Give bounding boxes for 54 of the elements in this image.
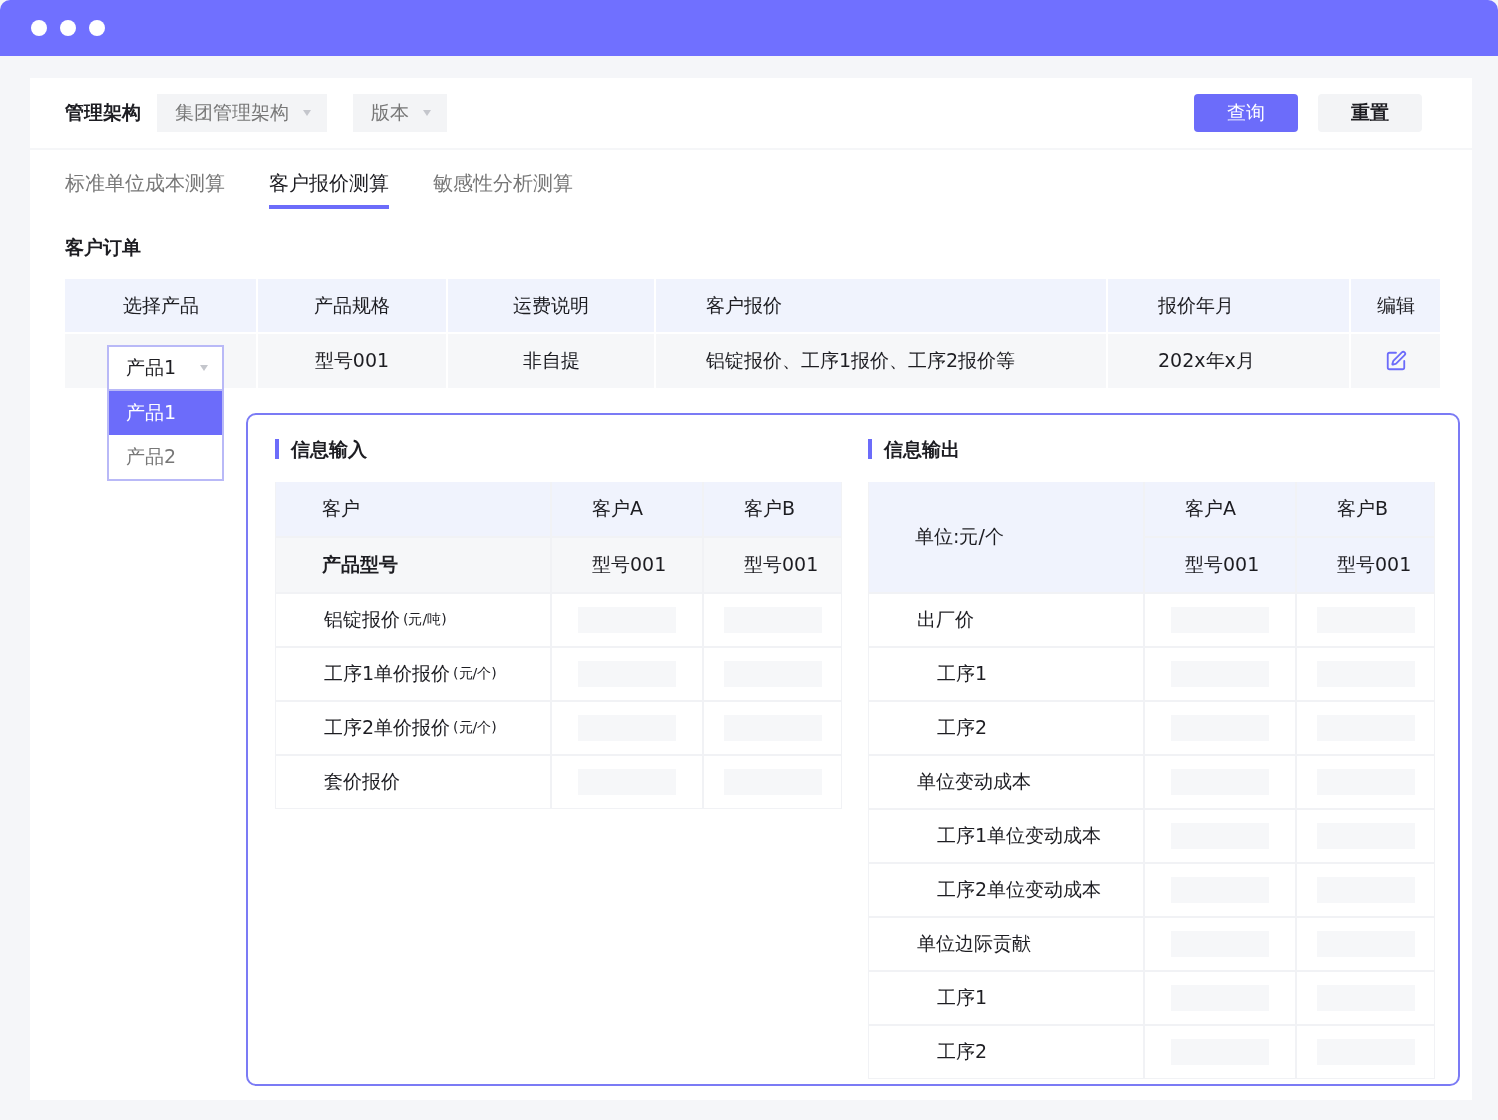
window-dot-icon[interactable] (31, 20, 47, 36)
reset-button[interactable]: 重置 (1318, 94, 1422, 132)
tab[interactable]: 敏感性分析测算 (433, 170, 573, 209)
column-header: 单位:元/个 (869, 482, 1143, 592)
caret-icon (200, 365, 208, 371)
row-label: 出厂价 (869, 594, 1143, 646)
row-label: 工序1 (869, 972, 1143, 1024)
table-cell: 202x年x月 (1108, 334, 1349, 388)
query-button[interactable]: 查询 (1194, 94, 1298, 132)
row-label: 单位变动成本 (869, 756, 1143, 808)
row-label: 工序1 (869, 648, 1143, 700)
column-header: 客户 (276, 482, 550, 536)
column-header: 编辑 (1351, 279, 1440, 332)
row-label: 工序2 (869, 702, 1143, 754)
table-cell: 产品型号 (276, 538, 550, 592)
window-dot-icon[interactable] (89, 20, 105, 36)
column-header: 选择产品 (65, 279, 256, 332)
filter-select[interactable]: 版本 (353, 94, 447, 132)
row-label: 工序1单位变动成本 (869, 810, 1143, 862)
filter-label: 管理架构 (65, 100, 141, 125)
column-header: 型号001 (1297, 538, 1434, 592)
column-header: 客户B (704, 482, 841, 536)
column-header: 客户报价 (656, 279, 1106, 332)
table-cell: 型号001 (258, 334, 446, 388)
row-label: 套价报价 (276, 756, 550, 808)
table-cell: 型号001 (704, 538, 841, 592)
column-header: 产品规格 (258, 279, 446, 332)
tab[interactable]: 客户报价测算 (269, 170, 389, 209)
caret-icon (303, 110, 311, 116)
window-dot-icon[interactable] (60, 20, 76, 36)
caret-icon (423, 110, 431, 116)
tab[interactable]: 标准单位成本测算 (65, 170, 225, 209)
row-label: 单位边际贡献 (869, 918, 1143, 970)
column-header: 客户A (552, 482, 702, 536)
filter-select[interactable]: 集团管理架构 (157, 94, 327, 132)
panel-title: 信息输出 (868, 439, 1435, 459)
row-label: 工序1单价报价(元/个) (276, 648, 550, 700)
column-header: 客户A (1145, 482, 1295, 536)
row-label: 工序2单价报价(元/个) (276, 702, 550, 754)
row-label: 工序2单位变动成本 (869, 864, 1143, 916)
section-title: 客户订单 (64, 235, 142, 260)
column-header: 客户B (1297, 482, 1434, 536)
product-select[interactable]: 产品1 (107, 345, 224, 391)
panel-title: 信息输入 (275, 439, 842, 459)
dropdown-option[interactable]: 产品1 (109, 391, 222, 435)
column-header: 型号001 (1145, 538, 1295, 592)
table-cell: 型号001 (552, 538, 702, 592)
column-header: 运费说明 (448, 279, 654, 332)
column-header: 报价年月 (1108, 279, 1349, 332)
table-cell: 非自提 (448, 334, 654, 388)
row-label: 铝锭报价(元/吨) (276, 594, 550, 646)
table-cell: 铝锭报价、工序1报价、工序2报价等 (656, 334, 1106, 388)
edit-icon[interactable] (1384, 350, 1407, 372)
row-label: 工序2 (869, 1026, 1143, 1078)
